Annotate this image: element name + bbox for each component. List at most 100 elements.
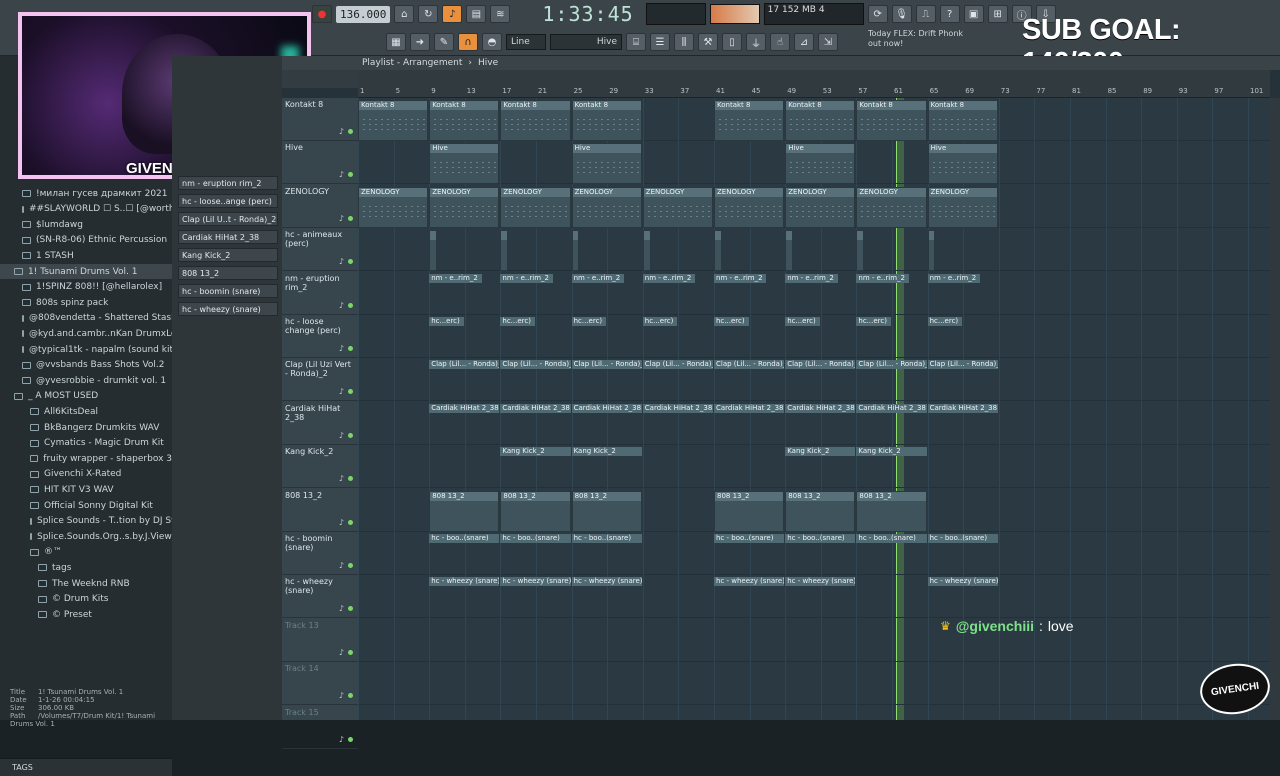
- pattern-clip[interactable]: hc...erc): [927, 317, 963, 358]
- pattern-clip[interactable]: Kang Kick_2: [500, 447, 571, 488]
- browser-item[interactable]: 808s spinz pack: [0, 295, 172, 310]
- mute-led[interactable]: [348, 389, 353, 395]
- pattern-clip[interactable]: hc - boo..(snare): [785, 534, 856, 575]
- track-header[interactable]: Cardiak HiHat 2_38 ♪: [282, 402, 358, 445]
- browser-item[interactable]: Cymatics - Magic Drum Kit: [0, 436, 172, 451]
- playlist-pattern[interactable]: Hive: [478, 58, 498, 68]
- pattern-clip[interactable]: hc...erc): [642, 317, 678, 358]
- metronome-icon[interactable]: ⌂: [394, 5, 415, 23]
- track-header[interactable]: hc - boomin (snare) ♪: [282, 532, 358, 575]
- browser-item[interactable]: BkBangerz Drumkits WAV: [0, 420, 172, 435]
- browser-item[interactable]: All6KitsDeal: [0, 404, 172, 419]
- playlist-scrollbar[interactable]: [1270, 98, 1280, 720]
- pattern-clip[interactable]: ZENOLOGY: [714, 186, 785, 228]
- loop-record-icon[interactable]: ↻: [418, 5, 439, 23]
- pattern-clip[interactable]: Clap (Lil... - Ronda)_2: [571, 360, 642, 401]
- browser-item[interactable]: 1! Tsunami Drums Vol. 1: [0, 264, 172, 279]
- pattern-clip[interactable]: hc - wheezy (snare): [500, 577, 571, 618]
- pattern-clip[interactable]: ZENOLOGY: [571, 186, 642, 228]
- mute-led[interactable]: [348, 736, 353, 742]
- pattern-clip[interactable]: 808 13_2: [500, 490, 571, 532]
- arrangement-grid[interactable]: Kontakt 8 Kontakt 8 Kontakt 8 Kontakt 8 Kont…: [358, 98, 1270, 720]
- mute-led[interactable]: [348, 649, 353, 655]
- midi-icon[interactable]: ⎍: [915, 5, 936, 23]
- mixer-icon[interactable]: ⊞: [987, 5, 1008, 23]
- pattern-clip[interactable]: Kang Kick_2: [856, 447, 927, 488]
- browser-item[interactable]: (SN-R8-06) Ethnic Percussion: [0, 233, 172, 248]
- pattern-clip[interactable]: Cardiak HiHat 2_38: [927, 403, 998, 445]
- browser-item[interactable]: @808vendetta - Shattered Stash Kit: [0, 311, 192, 326]
- pattern-clip[interactable]: hc...erc): [571, 317, 607, 358]
- pattern-clip[interactable]: ZENOLOGY: [500, 186, 571, 228]
- step-edit-icon[interactable]: ♪: [442, 5, 463, 23]
- pattern-clip[interactable]: Hive: [785, 143, 856, 185]
- touch-icon[interactable]: ☝: [770, 33, 790, 51]
- pattern-clip[interactable]: ZENOLOGY: [927, 186, 998, 228]
- pattern-clip[interactable]: [927, 230, 936, 272]
- pattern-clip[interactable]: [500, 230, 509, 272]
- pattern-clip[interactable]: Hive: [927, 143, 998, 185]
- pattern-clip[interactable]: Clap (Lil... - Ronda)_2: [856, 360, 927, 401]
- browser-item[interactable]: ##SLAYWORLD ☐ S..☐ [@worthhxx]: [0, 202, 195, 217]
- pattern-clip[interactable]: Kontakt 8: [500, 100, 571, 141]
- track-header[interactable]: Hive ♪: [282, 141, 358, 185]
- pattern-select[interactable]: Hive: [550, 34, 622, 50]
- pattern-clip[interactable]: [429, 230, 438, 272]
- pattern-clip[interactable]: Kontakt 8: [785, 100, 856, 141]
- browser-item[interactable]: @typical1tk - napalm (sound kit): [0, 342, 177, 357]
- pattern-clip[interactable]: ZENOLOGY: [429, 186, 500, 228]
- snap-dropdown[interactable]: Line: [506, 34, 546, 50]
- export-icon[interactable]: ⇲: [818, 33, 838, 51]
- browser-item[interactable]: ®™: [0, 545, 172, 560]
- pattern-clip[interactable]: Clap (Lil... - Ronda)_2: [500, 360, 571, 401]
- browser-item[interactable]: HIT KIT V3 WAV: [0, 482, 172, 497]
- browser-item[interactable]: The Weeknd RNB: [0, 576, 172, 591]
- browser-item[interactable]: 1!SPINZ 808!! [@hellarolex]: [0, 280, 172, 295]
- pattern-clip[interactable]: Kontakt 8: [571, 100, 642, 141]
- browser-item[interactable]: © Drum Kits: [0, 592, 172, 607]
- pattern-clip[interactable]: [856, 230, 865, 272]
- pattern-clip[interactable]: hc - boo..(snare): [927, 534, 998, 575]
- pattern-clip[interactable]: hc - wheezy (snare): [927, 577, 998, 618]
- pattern-clip[interactable]: [785, 230, 794, 272]
- arrow-icon[interactable]: ➜: [410, 33, 430, 51]
- track-header[interactable]: Kang Kick_2 ♪: [282, 445, 358, 489]
- pattern-clip[interactable]: nm - e..rim_2: [571, 273, 624, 315]
- mute-led[interactable]: [348, 302, 353, 308]
- browser-item[interactable]: @kyd.and.cambr..nKan DrumxLoopKit: [0, 326, 200, 341]
- pattern-clip[interactable]: nm - e..rim_2: [429, 273, 482, 315]
- channel-button[interactable]: nm - eruption rim_2: [178, 176, 278, 190]
- browser-item[interactable]: _ A MOST USED: [0, 389, 172, 404]
- pattern-clip[interactable]: Hive: [429, 143, 500, 185]
- record-view-icon[interactable]: ⊿: [794, 33, 814, 51]
- mute-led[interactable]: [348, 519, 353, 525]
- pattern-clip[interactable]: Clap (Lil... - Ronda)_2: [429, 360, 500, 401]
- plugin-icon[interactable]: ⚒: [698, 33, 718, 51]
- mute-led[interactable]: [348, 476, 353, 482]
- wait-input-icon[interactable]: ≋: [490, 5, 511, 23]
- blend-notes-icon[interactable]: ▤: [466, 5, 487, 23]
- tags-bar[interactable]: TAGS: [0, 758, 172, 776]
- pattern-clip[interactable]: hc...erc): [429, 317, 464, 358]
- mic-icon[interactable]: 🎙: [891, 5, 912, 23]
- plug-icon[interactable]: ⏚: [746, 33, 766, 51]
- pattern-clip[interactable]: nm - e..rim_2: [856, 273, 909, 315]
- channel-button[interactable]: 808 13_2: [178, 266, 278, 280]
- pattern-clip[interactable]: hc - wheezy (snare): [429, 577, 500, 618]
- pattern-clip[interactable]: 808 13_2: [785, 490, 856, 532]
- pattern-clip[interactable]: Cardiak HiHat 2_38: [785, 403, 856, 445]
- track-header[interactable]: Track 15 ♪: [282, 706, 358, 749]
- pattern-clip[interactable]: Clap (Lil... - Ronda)_2: [714, 360, 785, 401]
- project-icon[interactable]: ▯: [722, 33, 742, 51]
- pattern-clip[interactable]: Clap (Lil... - Ronda)_2: [927, 360, 998, 401]
- pattern-clip[interactable]: hc - boo..(snare): [714, 534, 785, 575]
- pattern-clip[interactable]: hc - wheezy (snare): [785, 577, 856, 618]
- pattern-clip[interactable]: hc - wheezy (snare): [571, 577, 642, 618]
- pattern-clip[interactable]: Hive: [571, 143, 642, 185]
- browser-item[interactable]: fruity wrapper - shaperbox 3: [0, 451, 172, 466]
- channel-button[interactable]: Clap (Lil U..t - Ronda)_2: [178, 212, 278, 226]
- pattern-clip[interactable]: hc - boo..(snare): [856, 534, 927, 575]
- track-header[interactable]: Track 13 ♪: [282, 619, 358, 662]
- pattern-clip[interactable]: ZENOLOGY: [856, 186, 927, 228]
- mute-led[interactable]: [348, 215, 353, 221]
